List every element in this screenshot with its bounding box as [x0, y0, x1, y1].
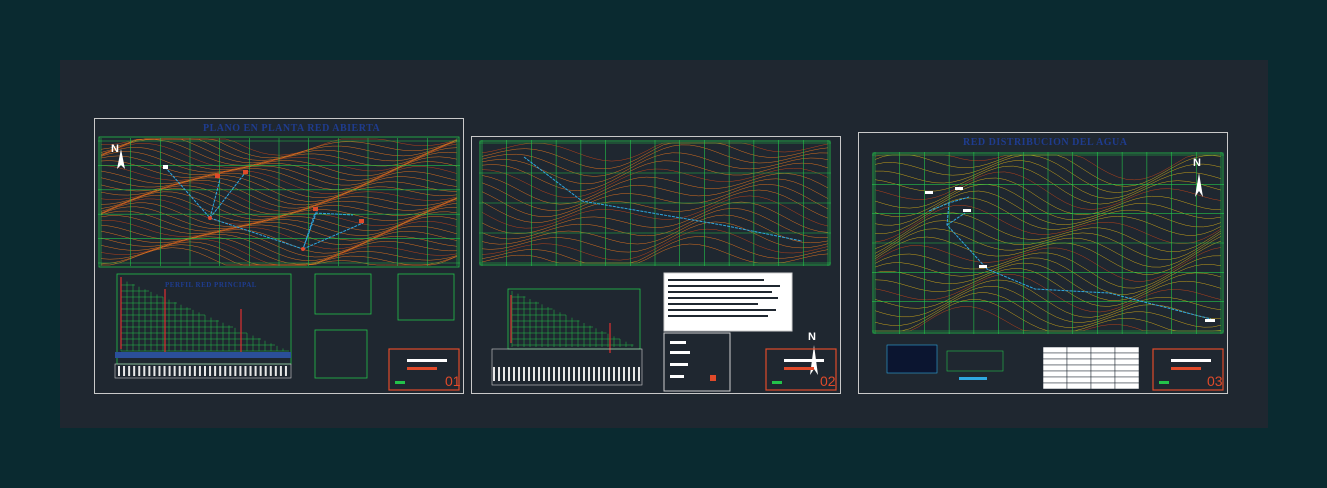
small-profile-3	[314, 329, 368, 379]
profile-hatch	[511, 291, 634, 347]
profile-table-cells	[118, 366, 287, 376]
sheet-03-number: 03	[1207, 373, 1223, 389]
nodes-table	[1042, 346, 1140, 390]
coordinate-grid	[479, 140, 831, 266]
profile-hatch	[120, 279, 289, 352]
notes-box	[663, 272, 793, 332]
north-label: N	[808, 331, 816, 343]
sheet-01-profile-title: PERFIL RED PRINCIPAL	[165, 281, 257, 289]
sheet-01-drawing	[98, 136, 460, 391]
sheet-01-number: 01	[445, 373, 461, 389]
profile-table-cells	[493, 367, 640, 381]
north-label: N	[1193, 157, 1201, 169]
north-label: N	[111, 143, 119, 155]
pipeline-network	[928, 196, 1212, 320]
profile-baseline	[115, 352, 291, 358]
coordinate-grid	[98, 138, 460, 266]
cad-model-space[interactable]: PLANO EN PLANTA RED ABIERTA PERFIL RED P…	[60, 60, 1268, 428]
profile-table	[114, 363, 292, 379]
sheet-02-drawing	[479, 140, 837, 392]
sheet-02[interactable]: N 02	[471, 136, 841, 394]
legend-item-1	[886, 344, 938, 374]
small-profile-2	[397, 273, 455, 321]
small-profile-1	[314, 273, 372, 315]
coordinate-grid	[872, 152, 1224, 334]
sheet-03-drawing	[872, 152, 1224, 391]
legend-item-2	[946, 350, 1004, 372]
sheet-03[interactable]: RED DISTRIBUCION DEL AGUA N 03	[858, 132, 1228, 394]
sheet-02-number: 02	[820, 373, 836, 389]
sheet-01[interactable]: PLANO EN PLANTA RED ABIERTA PERFIL RED P…	[94, 118, 464, 394]
